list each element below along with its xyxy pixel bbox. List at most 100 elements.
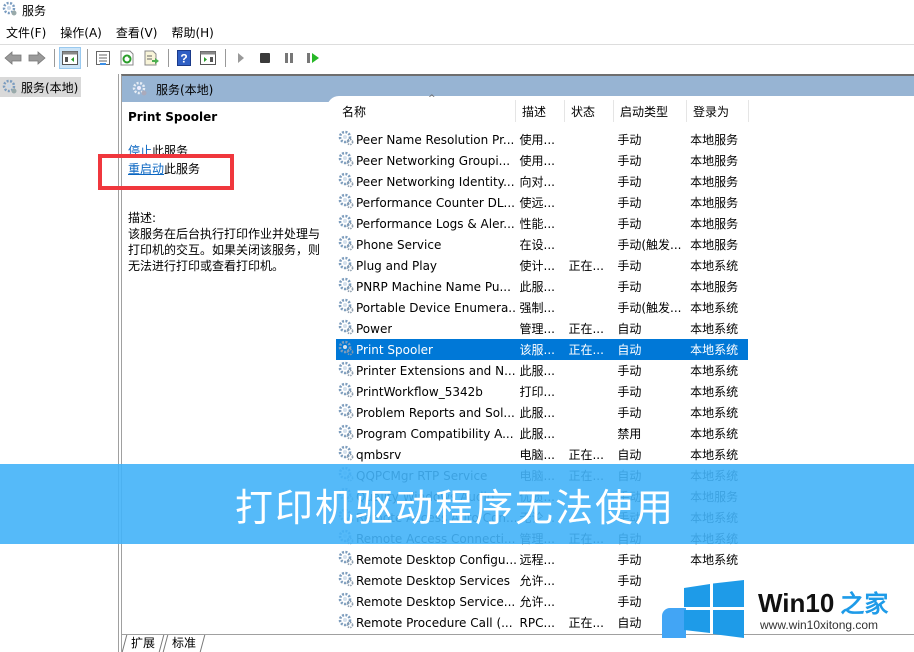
service-description: 打印... — [519, 385, 555, 399]
service-status: 正在... — [568, 259, 604, 273]
svg-text:?: ? — [180, 51, 187, 65]
service-logon-as: 本地系统 — [690, 301, 739, 315]
back-button[interactable] — [2, 47, 24, 69]
service-startup-type: 手动 — [617, 280, 642, 294]
service-description: 此服... — [519, 280, 555, 294]
service-startup-type: 手动 — [617, 406, 642, 420]
show-hide-console-tree-button[interactable] — [59, 46, 81, 69]
column-header-description[interactable]: 描述 — [516, 100, 565, 122]
service-name-cell: Remote Desktop Services — [336, 571, 516, 590]
service-startup-type: 手动 — [617, 175, 642, 189]
service-row[interactable]: Portable Device Enumera... 强制... 手动(触发... 本… — [336, 297, 748, 318]
service-gear-icon — [338, 340, 354, 359]
service-name-cell: PNRP Machine Name Pu... — [336, 277, 516, 296]
tab-standard[interactable]: 标准 — [162, 635, 206, 652]
menu-view[interactable]: 查看(V) — [110, 24, 164, 41]
service-description: 性能... — [519, 217, 555, 231]
service-name-cell: Peer Networking Identity... — [336, 172, 516, 191]
service-logon-as: 本地系统 — [690, 427, 739, 441]
service-startup-type: 手动(触发... — [617, 301, 682, 315]
help-button[interactable]: ? — [173, 47, 195, 69]
column-header-logon-as[interactable]: 登录为 — [687, 100, 749, 122]
service-gear-icon — [338, 193, 354, 212]
menu-help[interactable]: 帮助(H) — [165, 24, 219, 41]
service-startup-type: 手动 — [617, 196, 642, 210]
service-name-cell: Printer Extensions and N... — [336, 361, 516, 380]
tab-standard-label: 标准 — [172, 636, 197, 650]
service-startup-type: 自动 — [617, 322, 642, 336]
stop-service-button[interactable] — [254, 47, 276, 69]
service-name-cell: Phone Service — [336, 235, 516, 254]
service-name: Problem Reports and Sol... — [356, 405, 515, 420]
service-row[interactable]: Performance Logs & Aler... 性能... 手动 本地服务 — [336, 213, 748, 234]
start-service-button[interactable] — [230, 47, 252, 69]
service-row[interactable]: Program Compatibility A... 此服... 禁用 本地系统 — [336, 423, 748, 444]
service-name: Peer Networking Identity... — [356, 174, 515, 189]
column-header-name[interactable]: 名称 ^ — [336, 94, 516, 122]
service-row[interactable]: Printer Extensions and N... 此服... 手动 本地系统 — [336, 360, 748, 381]
service-logon-as: 本地服务 — [690, 154, 739, 168]
tree-item-services-local[interactable]: 服务(本地) — [0, 77, 82, 97]
description-text: 该服务在后台执行打印作业并处理与打印机的交互。如果关闭该服务，则无法进行打印或查… — [128, 227, 321, 273]
service-row[interactable]: Remote Desktop Configu... 远程... 手动 本地系统 — [336, 549, 748, 570]
service-logon-as: 本地服务 — [690, 217, 739, 231]
service-startup-type: 手动 — [617, 385, 642, 399]
service-name: Power — [356, 321, 393, 336]
menu-action[interactable]: 操作(A) — [54, 24, 108, 41]
forward-button[interactable] — [26, 47, 48, 69]
service-rows: Peer Name Resolution Pr... 使用... 手动 本地服务 Pee… — [336, 129, 748, 633]
selected-service-name: Print Spooler — [128, 110, 218, 124]
service-row[interactable]: Peer Networking Groupi... 使用... 手动 本地服务 — [336, 150, 748, 171]
column-start-label: 启动类型 — [620, 104, 669, 119]
service-row[interactable]: PrintWorkflow_5342b 打印... 手动 本地系统 — [336, 381, 748, 402]
service-description: 允许... — [519, 574, 555, 588]
service-description: 使远... — [519, 196, 555, 210]
service-status: 正在... — [568, 343, 604, 357]
service-row[interactable]: Problem Reports and Sol... 此服... 手动 本地系统 — [336, 402, 748, 423]
service-row[interactable]: qmbsrv 电脑... 正在... 自动 本地系统 — [336, 444, 748, 465]
properties-button[interactable] — [92, 47, 114, 69]
service-row[interactable]: Peer Networking Identity... 向对... 手动 本地服务 — [336, 171, 748, 192]
service-name: Portable Device Enumera... — [356, 300, 516, 315]
action-pane-icon — [200, 50, 216, 65]
service-description: 此服... — [519, 427, 555, 441]
refresh-button[interactable] — [116, 47, 138, 69]
service-startup-type: 自动 — [617, 343, 642, 357]
service-startup-type: 手动(触发... — [617, 238, 682, 252]
service-row[interactable]: Print Spooler 该服... 正在... 自动 本地系统 — [336, 339, 748, 360]
service-row[interactable]: Performance Counter DL... 使远... 手动 本地服务 — [336, 192, 748, 213]
service-gear-icon — [338, 361, 354, 380]
menu-file[interactable]: 文件(F) — [0, 24, 52, 41]
tab-extended-label: 扩展 — [131, 636, 156, 650]
column-header-status[interactable]: 状态 — [565, 100, 614, 122]
resume-service-button[interactable] — [302, 47, 324, 69]
service-logon-as: 本地系统 — [690, 259, 739, 273]
service-name: Remote Procedure Call (... — [356, 615, 513, 630]
pause-service-button[interactable] — [278, 47, 300, 69]
service-name: Peer Networking Groupi... — [356, 153, 511, 168]
show-action-pane-button[interactable] — [197, 47, 219, 69]
service-row[interactable]: Peer Name Resolution Pr... 使用... 手动 本地服务 — [336, 129, 748, 150]
refresh-icon — [120, 50, 134, 65]
service-row[interactable]: Plug and Play 使计... 正在... 手动 本地系统 — [336, 255, 748, 276]
tab-extended[interactable]: 扩展 — [121, 635, 165, 652]
watermark-url: www.win10xitong.com — [760, 618, 879, 632]
service-status: 正在... — [568, 448, 604, 462]
column-header-startup-type[interactable]: 启动类型 — [614, 100, 687, 122]
service-name: PrintWorkflow_5342b — [356, 384, 483, 399]
export-list-button[interactable] — [140, 47, 162, 69]
service-row[interactable]: Phone Service 在设... 手动(触发... 本地服务 — [336, 234, 748, 255]
description-label: 描述: — [128, 211, 157, 225]
column-status-label: 状态 — [571, 104, 596, 119]
service-description: 此服... — [519, 406, 555, 420]
service-name-cell: Performance Counter DL... — [336, 193, 516, 212]
service-row[interactable]: Power 管理... 正在... 自动 本地系统 — [336, 318, 748, 339]
stop-icon — [260, 52, 270, 63]
service-gear-icon — [338, 445, 354, 464]
menu-bar: 文件(F) 操作(A) 查看(V) 帮助(H) — [0, 22, 222, 42]
caption-text: 打印机驱动程序无法使用 — [234, 485, 675, 530]
services-pane: 服务(本地) Print Spooler 停止此服务 重启动此服务 描述: 该服… — [98, 74, 914, 652]
service-name: Performance Logs & Aler... — [356, 216, 515, 231]
service-row[interactable]: PNRP Machine Name Pu... 此服... 手动 本地服务 — [336, 276, 748, 297]
service-name: Phone Service — [356, 237, 442, 252]
